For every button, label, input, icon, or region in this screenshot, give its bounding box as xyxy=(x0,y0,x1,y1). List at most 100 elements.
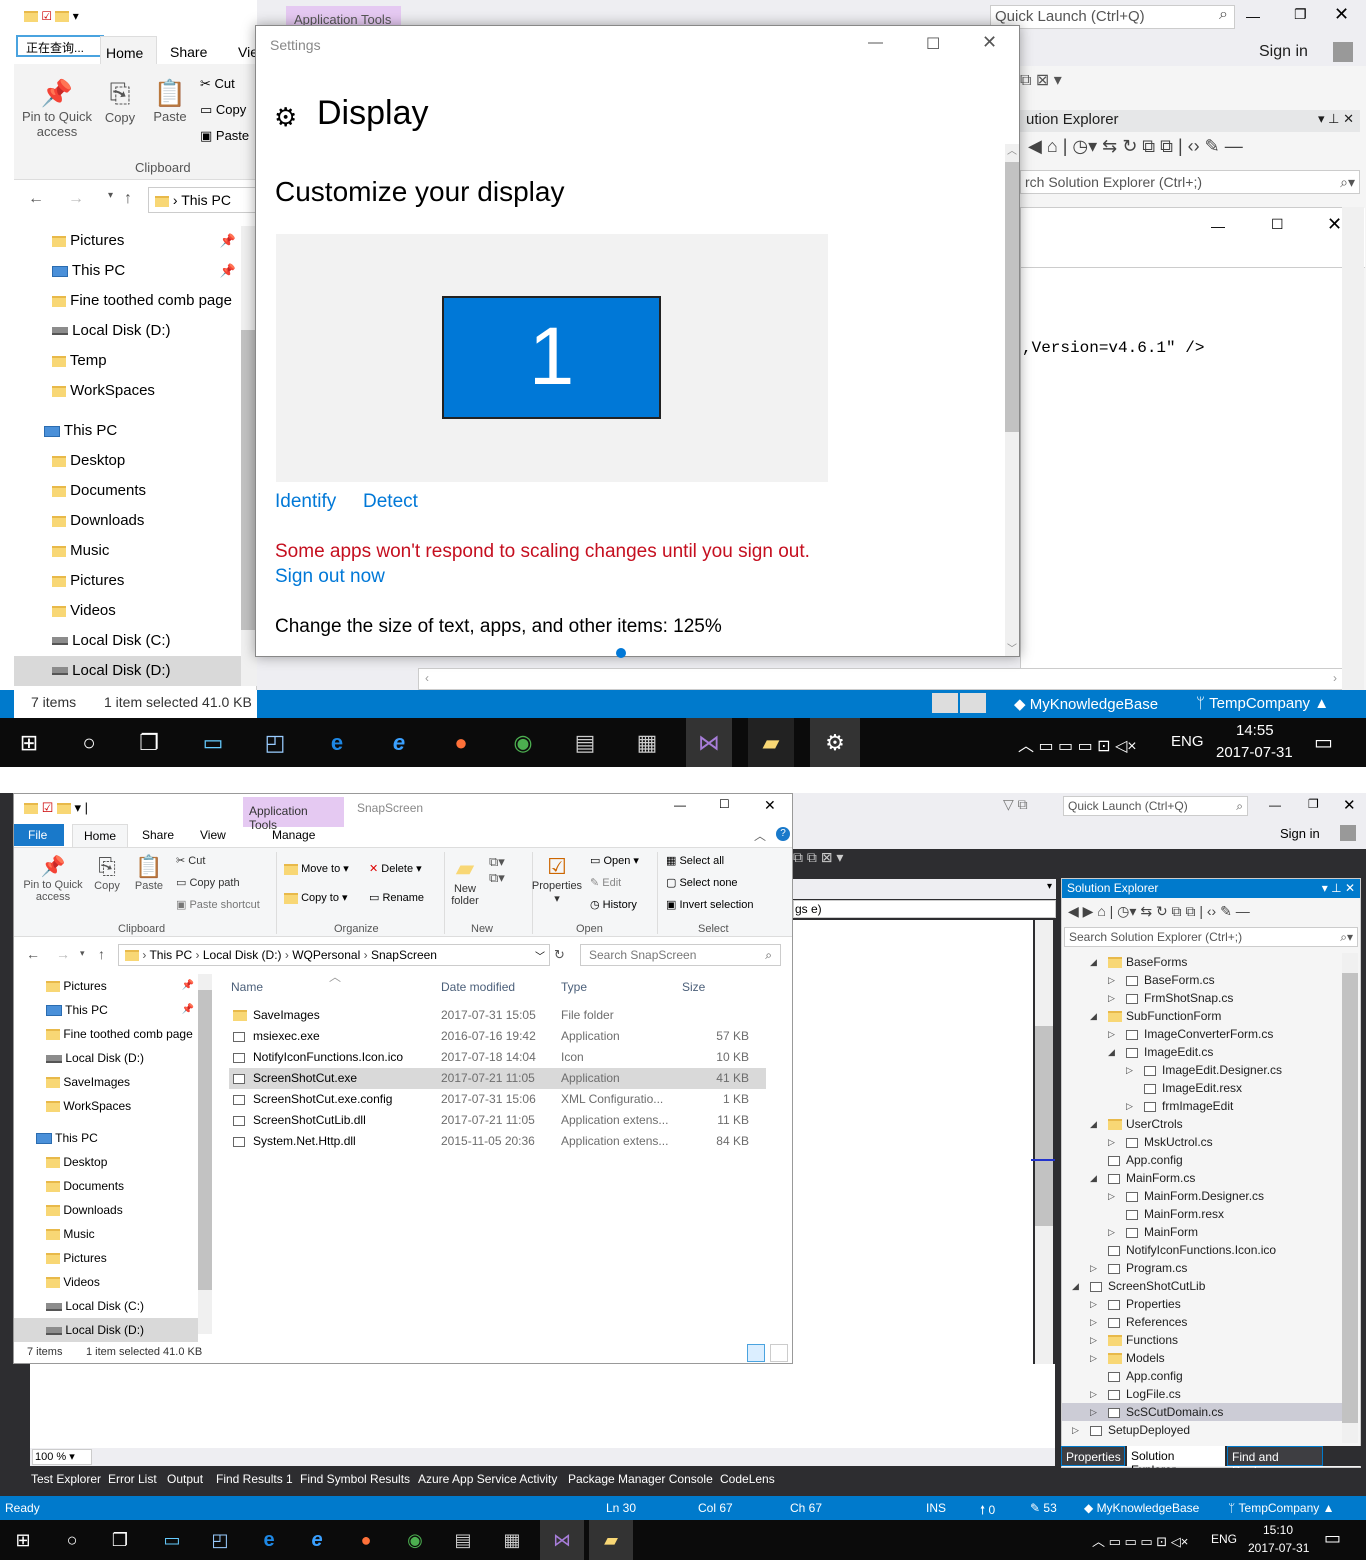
chrome-icon[interactable]: ◉ xyxy=(398,1523,432,1557)
settings-scrollbar[interactable]: ︿ ﹀ xyxy=(1005,144,1019,656)
close-icon[interactable]: ✕ xyxy=(1327,214,1342,235)
nav-item[interactable]: Desktop xyxy=(46,1150,198,1174)
expander-icon[interactable]: ◢ xyxy=(1072,1277,1079,1295)
expander-icon[interactable]: ▷ xyxy=(1090,1259,1097,1277)
sol-tree-item[interactable]: ◢ BaseForms xyxy=(1062,953,1342,971)
nav-item[interactable]: This PC 📌 xyxy=(46,998,198,1022)
tab-solution-explorer[interactable]: Solution Explorer xyxy=(1127,1446,1225,1477)
nav-item[interactable]: Fine toothed comb page xyxy=(46,1022,198,1046)
expander-icon[interactable]: ▷ xyxy=(1090,1313,1097,1331)
member-dropdown[interactable]: gs e) xyxy=(793,900,1056,918)
filter-icon[interactable]: ▽ ⧉ xyxy=(1003,796,1028,813)
nav-item[interactable]: Videos xyxy=(52,596,242,626)
sign-out-link[interactable]: Sign out now xyxy=(275,566,385,588)
clock-date[interactable]: 2017-07-31 xyxy=(1248,1541,1309,1555)
detect-link[interactable]: Detect xyxy=(363,491,418,513)
expander-icon[interactable]: ▷ xyxy=(1090,1403,1097,1421)
calculator-icon[interactable]: ▦ xyxy=(630,726,664,760)
top-sign-in[interactable]: Sign in xyxy=(1259,43,1308,61)
maximize-icon[interactable]: ☐ xyxy=(926,34,940,54)
quick-access-toolbar[interactable]: ☑ ▾ xyxy=(24,9,79,23)
tray-icons[interactable]: ︿ ▭ ▭ ▭ ⊡ ◁× xyxy=(1018,732,1137,756)
expander-icon[interactable]: ▷ xyxy=(1090,1349,1097,1367)
sol-tree-item[interactable]: ▷ BaseForm.cs xyxy=(1062,971,1342,989)
clock-time[interactable]: 14:55 xyxy=(1236,722,1274,739)
ie-icon[interactable]: e xyxy=(300,1523,334,1557)
firefox-icon[interactable]: ● xyxy=(349,1523,383,1557)
pin-icon[interactable]: ▾ ⊥ ✕ xyxy=(1318,111,1354,127)
zoom-select[interactable]: 100 % ▾ xyxy=(32,1449,92,1465)
forward-icon[interactable]: → xyxy=(68,190,84,208)
nav-item[interactable]: Documents xyxy=(46,1174,198,1198)
tool-tab[interactable]: Find Symbol Results xyxy=(300,1472,410,1486)
lang-indicator[interactable]: ENG xyxy=(1171,733,1204,750)
cmd-icon[interactable]: ▤ xyxy=(568,726,602,760)
chevron-up-icon[interactable]: ︿ xyxy=(754,827,766,844)
expander-icon[interactable]: ▷ xyxy=(1108,971,1115,989)
toolbar-icons[interactable]: ⧉ ⧉ ⊠ ▾ xyxy=(793,849,843,866)
file-row[interactable]: SaveImages 2017-07-31 15:05 File folder xyxy=(229,1005,766,1026)
chrome-icon[interactable]: ◉ xyxy=(506,726,540,760)
recent-icon[interactable]: ▾ xyxy=(80,948,85,959)
file-explorer-icon[interactable]: ▰ xyxy=(748,718,794,767)
back-icon[interactable]: ← xyxy=(26,946,40,962)
nav-item[interactable]: Local Disk (C:) xyxy=(46,1294,198,1318)
expander-icon[interactable]: ▷ xyxy=(1090,1385,1097,1403)
sol-tree-item[interactable]: ▷ MskUctrol.cs xyxy=(1062,1133,1342,1151)
nav-scrollbar[interactable] xyxy=(198,974,212,1334)
status-pen[interactable]: ✎ 53 xyxy=(1030,1501,1057,1515)
tool-tab[interactable]: Test Explorer xyxy=(31,1472,101,1486)
nav-item[interactable]: Downloads xyxy=(46,1198,198,1222)
breadcrumb[interactable]: › This PC › Local Disk (D:) › WQPersonal… xyxy=(118,944,550,966)
tool-tab[interactable]: CodeLens xyxy=(720,1472,775,1486)
calculator-icon[interactable]: ▦ xyxy=(495,1523,529,1557)
remote-desktop-icon[interactable]: ▭ xyxy=(196,726,230,760)
file-row[interactable]: ScreenShotCut.exe.config 2017-07-31 15:06… xyxy=(229,1089,766,1110)
expander-icon[interactable]: ◢ xyxy=(1090,953,1097,971)
copy-path-button[interactable]: ▭ Copy path xyxy=(176,876,240,889)
sol-tree-item[interactable]: ◢ MainForm.cs xyxy=(1062,1169,1342,1187)
tab-home[interactable]: Home xyxy=(72,824,128,847)
view-large-icon[interactable] xyxy=(960,693,986,713)
task-view-icon[interactable]: ❐ xyxy=(103,1523,137,1557)
up-icon[interactable]: ↑ xyxy=(124,190,132,208)
breadcrumb-item[interactable]: This PC xyxy=(149,948,192,962)
tab-share[interactable]: Share xyxy=(170,44,207,60)
breadcrumb-item[interactable]: SnapScreen xyxy=(371,948,437,962)
file-row[interactable]: ScreenShotCut.exe 2017-07-21 11:05 Applica… xyxy=(229,1068,766,1089)
lang-indicator[interactable]: ENG xyxy=(1211,1532,1237,1546)
expander-icon[interactable]: ▷ xyxy=(1108,989,1115,1007)
sol-tree-item[interactable]: ◢ SubFunctionForm xyxy=(1062,1007,1342,1025)
address-field[interactable]: › This PC xyxy=(148,187,257,213)
tab-find-replace[interactable]: Find and Replace xyxy=(1227,1446,1323,1478)
tab-home[interactable]: Home xyxy=(100,36,157,66)
sol-tree-item[interactable]: ▷ Models xyxy=(1062,1349,1342,1367)
status-up[interactable]: 🠕 0 xyxy=(980,1501,995,1522)
top-quick-launch-input[interactable]: Quick Launch (Ctrl+Q) ⌕ xyxy=(990,5,1235,29)
sol-tree-item[interactable]: ▷ Properties xyxy=(1062,1295,1342,1313)
visual-studio-icon[interactable]: ⋈ xyxy=(540,1520,584,1560)
expander-icon[interactable]: ▷ xyxy=(1072,1421,1079,1439)
sol-toolbar[interactable]: ◀ ▶ ⌂ | ◷▾ ⇆ ↻ ⧉ ⧉ | ‹› ✎ — xyxy=(1068,903,1250,920)
nav-item[interactable]: WorkSpaces xyxy=(52,376,242,406)
nav-item[interactable]: Pictures 📌 xyxy=(52,226,242,256)
sol-tree-item[interactable]: ▷ References xyxy=(1062,1313,1342,1331)
sol-tree-item[interactable]: ▷ FrmShotSnap.cs xyxy=(1062,989,1342,1007)
identify-link[interactable]: Identify xyxy=(275,491,336,513)
close-icon[interactable]: ✕ xyxy=(1334,4,1349,25)
edit-button[interactable]: ✎ Edit xyxy=(590,876,621,889)
nav-item[interactable]: Pictures xyxy=(46,1246,198,1270)
nav-item[interactable]: Local Disk (D:) xyxy=(14,1318,198,1342)
clock-time[interactable]: 15:10 xyxy=(1263,1523,1293,1537)
sol-tree-item[interactable]: ▷ Functions xyxy=(1062,1331,1342,1349)
restore-icon[interactable]: ❐ xyxy=(1294,6,1307,23)
sol-tree-item[interactable]: ▷ frmImageEdit xyxy=(1062,1097,1342,1115)
chevron-down-icon[interactable]: ﹀ xyxy=(535,948,545,963)
settings-gear-icon[interactable]: ⚙ xyxy=(810,718,860,767)
task-view-icon[interactable]: ❐ xyxy=(132,726,166,760)
restore-icon[interactable]: ❐ xyxy=(1308,797,1319,811)
sol-tree-item[interactable]: MainForm.resx xyxy=(1062,1205,1342,1223)
start-icon[interactable]: ⊞ xyxy=(6,1523,40,1557)
tab-properties[interactable]: Properties xyxy=(1061,1446,1125,1466)
status-repo[interactable]: ◆ MyKnowledgeBase xyxy=(1084,1501,1199,1515)
